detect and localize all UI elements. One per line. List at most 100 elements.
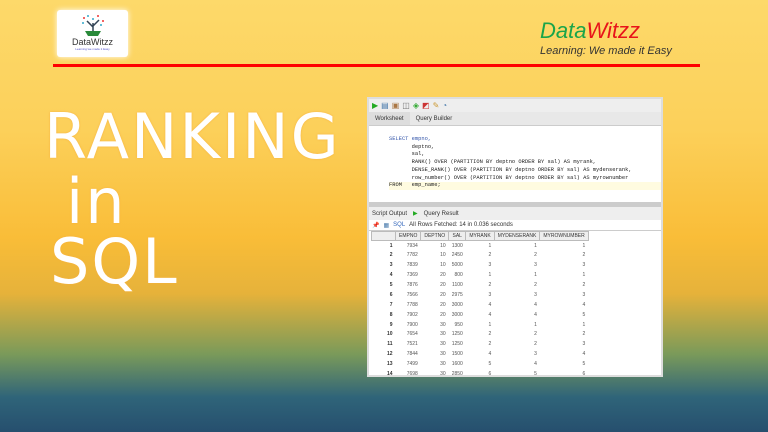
title-sql: SQL xyxy=(50,225,179,298)
row-number: 11 xyxy=(387,341,393,348)
autotrace-icon[interactable]: ◈ xyxy=(413,101,419,110)
editor-tabs: Worksheet Query Builder xyxy=(369,112,661,126)
table-cell: 7782 xyxy=(406,252,418,259)
sql-link[interactable]: SQL xyxy=(393,222,405,228)
logo-name: DataWitzz xyxy=(71,37,113,47)
table-cell: 20 xyxy=(440,311,446,318)
pin-icon[interactable]: 📌 xyxy=(372,222,379,229)
table-row[interactable]: 14 7698 30 2850 6 5 6 xyxy=(372,369,589,379)
table-row[interactable]: 12 7844 30 1500 4 3 4 xyxy=(372,349,589,359)
table-cell: 7844 xyxy=(406,351,418,358)
table-cell: 5 xyxy=(582,361,586,368)
table-cell: 2 xyxy=(488,331,492,338)
table-cell: 10 xyxy=(440,262,446,269)
table-cell: 2450 xyxy=(451,252,463,259)
table-cell: 7902 xyxy=(406,311,418,318)
code-line: row_number() OVER (PARTITION BY deptno O… xyxy=(389,174,629,181)
table-cell: 1300 xyxy=(451,242,463,249)
row-number: 4 xyxy=(389,272,393,279)
table-row[interactable]: 7 7788 20 3000 4 4 4 xyxy=(372,300,589,310)
brand-title: DataWitzz xyxy=(540,18,640,44)
logo-tagline: Learning:we made it Easy xyxy=(75,47,110,51)
table-cell: 5 xyxy=(534,371,537,378)
column-header[interactable]: EMPNO xyxy=(394,231,422,241)
brand-part-data: Data xyxy=(540,18,587,43)
table-cell: 4 xyxy=(534,311,537,318)
table-cell: 30 xyxy=(440,351,446,358)
column-header[interactable]: MYDENSERANK xyxy=(493,231,541,241)
format-icon[interactable]: ✎ xyxy=(433,101,440,110)
code-line: FROM emp_name; xyxy=(389,182,661,190)
code-line: RANK() OVER (PARTITION BY deptno ORDER B… xyxy=(389,159,597,166)
tree-logo-icon xyxy=(81,15,104,36)
table-row[interactable]: 1 7934 10 1300 1 1 1 xyxy=(372,241,589,251)
row-number: 6 xyxy=(389,291,393,298)
table-cell: 1600 xyxy=(451,361,463,368)
table-row[interactable]: 2 7782 10 2450 2 2 2 xyxy=(372,250,589,260)
clear-icon[interactable]: ◩ xyxy=(422,101,430,110)
run-script-icon[interactable]: ▤ xyxy=(381,101,389,110)
query-result-icon: ▶ xyxy=(413,211,418,217)
tab-query-builder[interactable]: Query Builder xyxy=(410,116,459,122)
code-line: SELECT empno, xyxy=(389,136,432,142)
column-header[interactable]: SAL xyxy=(448,231,467,241)
table-cell: 5 xyxy=(488,361,492,368)
table-row[interactable]: 10 7654 30 1250 2 2 2 xyxy=(372,330,589,340)
tab-query-result[interactable]: Query Result xyxy=(424,211,459,217)
table-cell: 1 xyxy=(488,272,492,279)
code-line: sal, xyxy=(389,151,425,158)
table-row[interactable]: 4 7369 20 800 1 1 1 xyxy=(372,270,589,280)
row-number: 1 xyxy=(389,242,393,249)
table-row[interactable]: 9 7900 30 950 1 1 1 xyxy=(372,320,589,330)
table-cell: 4 xyxy=(488,351,492,358)
row-number: 14 xyxy=(386,371,393,378)
datawitzz-logo: DataWitzz Learning:we made it Easy xyxy=(57,10,128,57)
table-row[interactable]: 5 7876 20 1100 2 2 2 xyxy=(372,280,589,290)
table-cell: 4 xyxy=(488,301,492,308)
table-cell: 3000 xyxy=(451,311,463,318)
table-row[interactable]: 8 7902 20 3000 4 4 5 xyxy=(372,310,589,320)
table-cell: 3 xyxy=(488,291,492,298)
table-cell: 7654 xyxy=(406,331,418,338)
table-cell: 1500 xyxy=(451,351,463,358)
table-cell: 30 xyxy=(440,321,446,328)
table-cell: 950 xyxy=(454,321,463,328)
table-cell: 2850 xyxy=(451,371,463,378)
brand-tagline: Learning: We made it Easy xyxy=(540,45,672,57)
table-cell: 2 xyxy=(488,341,492,348)
column-header[interactable]: DEPTNO xyxy=(420,231,450,241)
table-cell: 20 xyxy=(440,282,446,288)
table-cell: 3 xyxy=(534,351,537,358)
table-row[interactable]: 6 7566 20 2975 3 3 3 xyxy=(372,290,589,300)
tab-script-output[interactable]: Script Output xyxy=(372,211,407,217)
brand-part-witzz: Witzz xyxy=(586,18,641,43)
row-number: 7 xyxy=(389,301,393,308)
table-cell: 20 xyxy=(440,291,446,298)
table-cell: 1 xyxy=(582,272,586,279)
export-icon[interactable]: ▦ xyxy=(383,222,389,229)
sql-editor[interactable]: SELECT empno, deptno, sal, RANK() OVER (… xyxy=(369,126,661,202)
row-number: 8 xyxy=(389,311,393,318)
table-cell: 3 xyxy=(534,291,537,298)
table-cell: 10 xyxy=(440,242,446,249)
table-cell: 2 xyxy=(534,282,537,288)
tab-worksheet[interactable]: Worksheet xyxy=(369,112,410,125)
run-icon[interactable]: ▶ xyxy=(372,101,378,110)
commit-icon[interactable]: ▣ xyxy=(392,101,400,110)
table-cell: 30 xyxy=(440,331,446,338)
column-header[interactable]: MYRANK xyxy=(465,231,495,241)
explain-icon[interactable]: ◫ xyxy=(402,101,410,110)
table-row[interactable]: 11 7521 30 1250 2 2 3 xyxy=(372,339,589,349)
table-cell: 2 xyxy=(582,331,586,338)
table-cell: 1100 xyxy=(452,282,463,288)
title-ranking: RANKING xyxy=(44,100,341,173)
table-cell: 7934 xyxy=(406,242,418,249)
results-table: EMPNO DEPTNO SAL MYRANK MYDENSERANK MYROWNUMB… xyxy=(371,231,589,379)
column-header[interactable]: MYROWNUMBER xyxy=(539,231,589,241)
table-cell: 2 xyxy=(582,282,586,288)
table-row[interactable]: 13 7499 30 1600 5 4 5 xyxy=(372,359,589,369)
row-number: 9 xyxy=(389,321,393,328)
table-cell: 7788 xyxy=(406,301,418,308)
table-row[interactable]: 3 7839 10 5000 3 3 3 xyxy=(372,260,589,270)
history-icon[interactable]: ◔ xyxy=(442,101,447,110)
